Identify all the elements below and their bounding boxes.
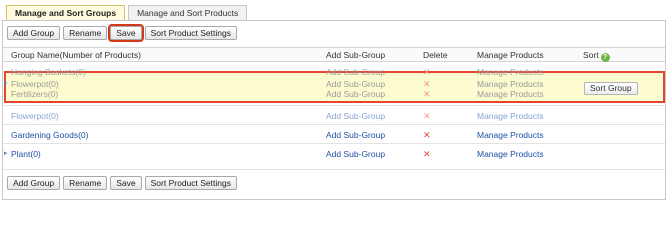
manage-products-link[interactable]: Manage Products: [477, 149, 544, 159]
table-row: Fertilizers(0) Add Sub-Group ✕ Manage Pr…: [3, 88, 665, 101]
group-name[interactable]: Plant(0): [11, 149, 41, 159]
tab-bar: Manage and Sort Groups Manage and Sort P…: [6, 5, 250, 21]
row-divider: [3, 105, 665, 106]
sort-product-settings-button[interactable]: Sort Product Settings: [144, 26, 237, 40]
rename-button[interactable]: Rename: [63, 26, 108, 40]
delete-x-icon[interactable]: ✕: [423, 130, 431, 141]
manage-products-link[interactable]: Manage Products: [477, 111, 544, 121]
bottom-toolbar: Add Group Rename Save Sort Product Setti…: [7, 176, 237, 190]
add-sub-group-link[interactable]: Add Sub-Group: [326, 89, 385, 99]
sort-product-settings-button-bottom[interactable]: Sort Product Settings: [144, 176, 237, 190]
delete-x-icon[interactable]: ✕: [423, 67, 431, 78]
manage-products-link[interactable]: Manage Products: [477, 89, 544, 99]
header-add-sub-group: Add Sub-Group: [326, 50, 386, 60]
row-divider: [3, 169, 665, 170]
table-row: Gardening Goods(0) Add Sub-Group ✕ Manag…: [3, 129, 665, 142]
group-name[interactable]: Hanging Baskets(0): [11, 67, 86, 77]
add-sub-group-link[interactable]: Add Sub-Group: [326, 149, 385, 159]
table-header: Group Name(Number of Products) Add Sub-G…: [3, 47, 665, 62]
header-manage-products: Manage Products: [477, 50, 544, 60]
add-sub-group-link[interactable]: Add Sub-Group: [326, 67, 385, 77]
add-sub-group-link[interactable]: Add Sub-Group: [326, 130, 385, 140]
manage-products-link[interactable]: Manage Products: [477, 130, 544, 140]
delete-x-icon[interactable]: ✕: [423, 89, 431, 100]
row-divider: [3, 143, 665, 144]
groups-panel: Add Group Rename Save Sort Product Setti…: [2, 20, 666, 200]
header-group-name: Group Name(Number of Products): [11, 50, 141, 60]
rename-button-bottom[interactable]: Rename: [63, 176, 108, 190]
delete-x-icon[interactable]: ✕: [423, 149, 431, 160]
expand-arrow-icon[interactable]: ▸: [4, 149, 8, 157]
table-row: ▸ Plant(0) Add Sub-Group ✕ Manage Produc…: [3, 148, 665, 161]
add-group-button[interactable]: Add Group: [7, 26, 61, 40]
save-button[interactable]: Save: [108, 24, 144, 42]
tab-manage-sort-products[interactable]: Manage and Sort Products: [128, 5, 248, 20]
header-sort: Sort?: [583, 50, 610, 62]
expand-arrow-icon[interactable]: ▸: [4, 79, 8, 87]
group-name[interactable]: Fertilizers(0): [11, 89, 58, 99]
top-toolbar: Add Group Rename Save Sort Product Setti…: [7, 24, 237, 42]
save-button-bottom[interactable]: Save: [110, 176, 142, 190]
group-name[interactable]: Gardening Goods(0): [11, 130, 89, 140]
row-divider: [3, 124, 665, 125]
delete-x-icon[interactable]: ✕: [423, 111, 431, 122]
manage-products-link[interactable]: Manage Products: [477, 67, 544, 77]
add-group-button-bottom[interactable]: Add Group: [7, 176, 61, 190]
add-sub-group-link[interactable]: Add Sub-Group: [326, 111, 385, 121]
help-icon[interactable]: ?: [600, 53, 610, 62]
tab-manage-sort-groups[interactable]: Manage and Sort Groups: [6, 5, 126, 21]
group-name[interactable]: Flowerpot(0): [11, 111, 59, 121]
table-row: Flowerpot(0) Add Sub-Group ✕ Manage Prod…: [3, 110, 665, 123]
header-delete: Delete: [423, 50, 448, 60]
header-sort-label: Sort: [583, 50, 599, 60]
